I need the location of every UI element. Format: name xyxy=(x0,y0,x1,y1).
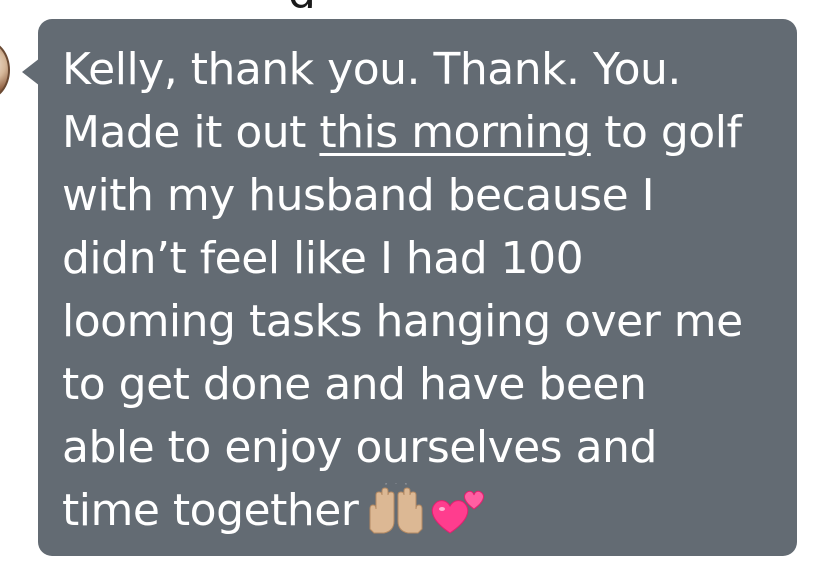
message-line: Made it out this morning to golf xyxy=(62,101,787,164)
message-segment: Made it out xyxy=(62,107,320,158)
message-line: looming tasks hanging over me xyxy=(62,296,743,347)
date-link[interactable]: this morning xyxy=(319,107,591,158)
two-hearts-icon xyxy=(432,490,485,534)
message-line: didn’t feel like I had 100 xyxy=(62,233,584,284)
message-text: Kelly, thank you. Thank. You. Made it ou… xyxy=(62,38,787,542)
raising-hands-icon xyxy=(369,479,423,534)
message-segment: to golf xyxy=(590,107,742,158)
raising-hands-emoji xyxy=(364,479,428,535)
sender-avatar[interactable] xyxy=(0,40,10,100)
message-line: with my husband because I xyxy=(62,170,655,221)
message-segment: time together xyxy=(62,485,359,536)
message-line: time together xyxy=(62,479,787,542)
chat-view: g Kelly, thank you. Thank. You. Made it … xyxy=(0,0,826,586)
message-line: able to enjoy ourselves and xyxy=(62,422,657,473)
message-line: to get done and have been xyxy=(62,359,647,410)
previous-message-fragment: g xyxy=(270,0,350,8)
previous-message-text: g xyxy=(288,0,316,8)
two-hearts-emoji xyxy=(428,483,488,535)
message-line: Kelly, thank you. Thank. You. xyxy=(62,44,681,95)
